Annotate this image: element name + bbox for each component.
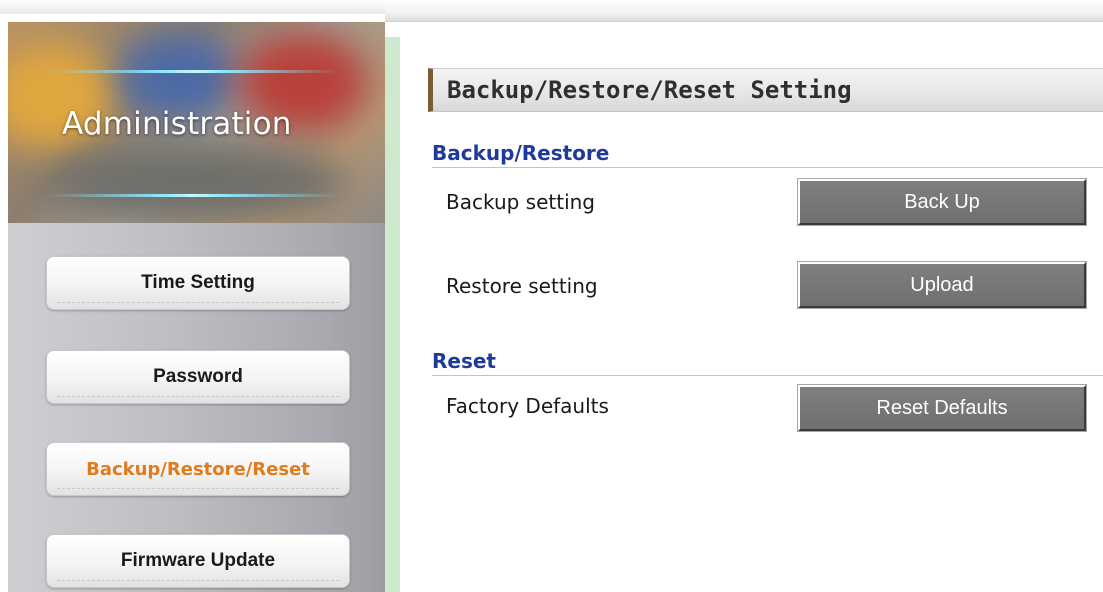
- reset-defaults-button[interactable]: Reset Defaults: [797, 384, 1087, 432]
- banner-title: Administration: [62, 106, 292, 142]
- sidebar-item-firmware-update[interactable]: Firmware Update: [46, 534, 350, 588]
- banner-decor: [48, 194, 338, 197]
- section-title-backup-restore: Backup/Restore: [432, 140, 1103, 168]
- administration-banner: Administration: [8, 22, 385, 223]
- sidebar-item-time-setting[interactable]: Time Setting: [46, 256, 350, 310]
- banner-decor: [48, 70, 338, 73]
- restore-setting-label: Restore setting: [446, 274, 598, 298]
- back-up-button[interactable]: Back Up: [797, 178, 1087, 226]
- upload-button[interactable]: Upload: [797, 261, 1087, 309]
- sidebar: Administration Time Setting Password Bac…: [8, 22, 385, 592]
- sidebar-item-backup-restore-reset[interactable]: Backup/Restore/Reset: [46, 442, 350, 496]
- banner-decor: [48, 142, 348, 222]
- sidebar-divider: [385, 37, 400, 592]
- main-panel: Backup/Restore/Reset Setting Backup/Rest…: [400, 22, 1103, 592]
- top-strip-left: [0, 0, 385, 14]
- section-title-reset: Reset: [432, 348, 1103, 376]
- page-title: Backup/Restore/Reset Setting: [428, 68, 1103, 112]
- top-bar: [385, 0, 1103, 22]
- factory-defaults-label: Factory Defaults: [446, 394, 609, 418]
- sidebar-item-password[interactable]: Password: [46, 350, 350, 404]
- backup-setting-label: Backup setting: [446, 190, 596, 214]
